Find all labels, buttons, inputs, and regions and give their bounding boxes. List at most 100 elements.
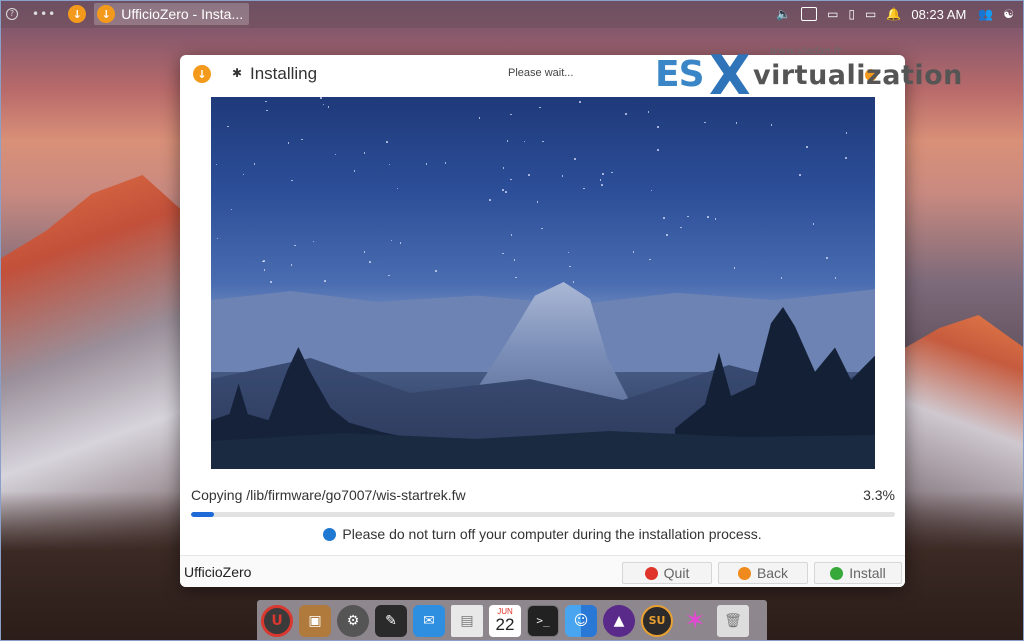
- star: [649, 258, 651, 261]
- progress-bar: [191, 512, 895, 517]
- back-icon: [737, 566, 751, 580]
- install-button[interactable]: Install: [814, 562, 902, 584]
- pen-icon[interactable]: ✎: [375, 604, 407, 637]
- download-icon: ↓: [97, 5, 116, 23]
- star: [515, 276, 517, 279]
- window-footer: UfficioZero Quit Back Install: [180, 555, 905, 587]
- star: [735, 122, 738, 124]
- star: [301, 138, 303, 141]
- calendar-icon[interactable]: JUN 22: [489, 604, 521, 637]
- warning-text: Please do not turn off your computer dur…: [342, 526, 762, 542]
- star: [657, 126, 659, 128]
- watermark-logo: ES X www.vladan.fr virtualization: [655, 44, 985, 107]
- watermark-es: ES: [655, 54, 705, 95]
- back-button[interactable]: Back: [718, 562, 808, 584]
- star: [425, 163, 428, 165]
- star: [632, 251, 635, 253]
- quit-icon: [644, 566, 658, 580]
- help-icon[interactable]: ?: [6, 8, 18, 20]
- quit-button[interactable]: Quit: [622, 562, 712, 584]
- settings-icon[interactable]: ⚙: [337, 604, 369, 637]
- star: [291, 179, 293, 182]
- star: [733, 267, 736, 269]
- clock[interactable]: 08:23 AM: [911, 7, 966, 22]
- product-name: UfficioZero: [184, 564, 252, 580]
- star: [536, 201, 539, 203]
- star: [574, 158, 576, 160]
- hat-icon[interactable]: ▲: [603, 604, 635, 637]
- su-icon[interactable]: SU: [641, 604, 673, 637]
- taskbar-item-installer[interactable]: ↓ UfficioZero - Insta...: [94, 3, 250, 25]
- star: [780, 277, 783, 279]
- star: [263, 269, 266, 271]
- star: [510, 113, 512, 116]
- star: [714, 218, 717, 220]
- star: [583, 187, 585, 190]
- star: [363, 251, 366, 253]
- info-icon: [323, 528, 337, 541]
- clipboard-icon[interactable]: ▯: [848, 7, 855, 21]
- warning-message: Please do not turn off your computer dur…: [180, 526, 905, 542]
- star: [845, 157, 847, 159]
- battery-icon[interactable]: ▭: [865, 7, 876, 21]
- star: [363, 152, 366, 154]
- star: [510, 178, 512, 181]
- install-label: Install: [849, 565, 886, 581]
- install-icon: [830, 566, 844, 580]
- star: [396, 187, 399, 190]
- star: [390, 239, 392, 242]
- progress-fill: [191, 512, 215, 517]
- back-label: Back: [756, 565, 789, 581]
- star: [287, 142, 290, 144]
- star: [327, 106, 330, 108]
- star: [826, 257, 828, 259]
- star: [265, 100, 267, 103]
- terminal-icon[interactable]: >_: [527, 604, 559, 637]
- star: [253, 163, 256, 165]
- finder-icon[interactable]: ☺: [565, 604, 597, 637]
- chat-icon[interactable]: ▭: [827, 7, 838, 21]
- star: [502, 167, 505, 169]
- star: [506, 140, 509, 142]
- star: [230, 208, 233, 211]
- status-text: Please wait...: [508, 67, 574, 79]
- star: [386, 141, 388, 143]
- document-icon[interactable]: ▤: [451, 604, 483, 637]
- star: [353, 170, 356, 172]
- star: [561, 175, 564, 177]
- star: [444, 162, 447, 164]
- mail-icon[interactable]: ✉: [413, 604, 445, 637]
- star: [334, 153, 337, 156]
- star: [502, 189, 504, 191]
- more-icon[interactable]: •••: [32, 7, 56, 21]
- star: [647, 111, 650, 113]
- dock: U ▣ ⚙ ✎ ✉ ▤ JUN 22 >_ ☺ ▲ SU ✶ 🗑: [257, 600, 767, 641]
- star: [502, 252, 504, 255]
- session-icon[interactable]: ☯: [1003, 7, 1014, 21]
- watermark-x: X: [709, 44, 751, 107]
- slideshow-image: [211, 97, 875, 469]
- installer-window: ↓ ✱ Installing Please wait... Copying /l…: [180, 55, 905, 587]
- star: [388, 163, 391, 166]
- watermark-site: www.vladan.fr: [770, 46, 842, 57]
- bell-icon[interactable]: 🔔: [886, 7, 901, 21]
- star: [266, 109, 268, 112]
- star: [707, 216, 709, 218]
- star-icon[interactable]: ✶: [679, 605, 711, 637]
- volume-icon[interactable]: 🔈: [776, 7, 791, 21]
- star: [312, 240, 315, 243]
- star: [505, 191, 507, 193]
- archive-icon[interactable]: ▣: [299, 604, 331, 637]
- star: [478, 117, 481, 119]
- download-icon[interactable]: ↓: [68, 5, 87, 23]
- star: [834, 277, 837, 279]
- ufficiozero-icon[interactable]: U: [261, 604, 293, 637]
- taskbar-item-label: UfficioZero - Insta...: [121, 6, 244, 22]
- checklist-icon[interactable]: [801, 7, 818, 21]
- system-tray: 🔈 ▭ ▯ ▭ 🔔 08:23 AM 👥 ☯: [776, 0, 1024, 28]
- trash-icon[interactable]: 🗑: [717, 604, 749, 637]
- star: [687, 215, 689, 218]
- quit-label: Quit: [663, 565, 690, 581]
- users-icon[interactable]: 👥: [978, 7, 993, 21]
- star: [625, 113, 627, 115]
